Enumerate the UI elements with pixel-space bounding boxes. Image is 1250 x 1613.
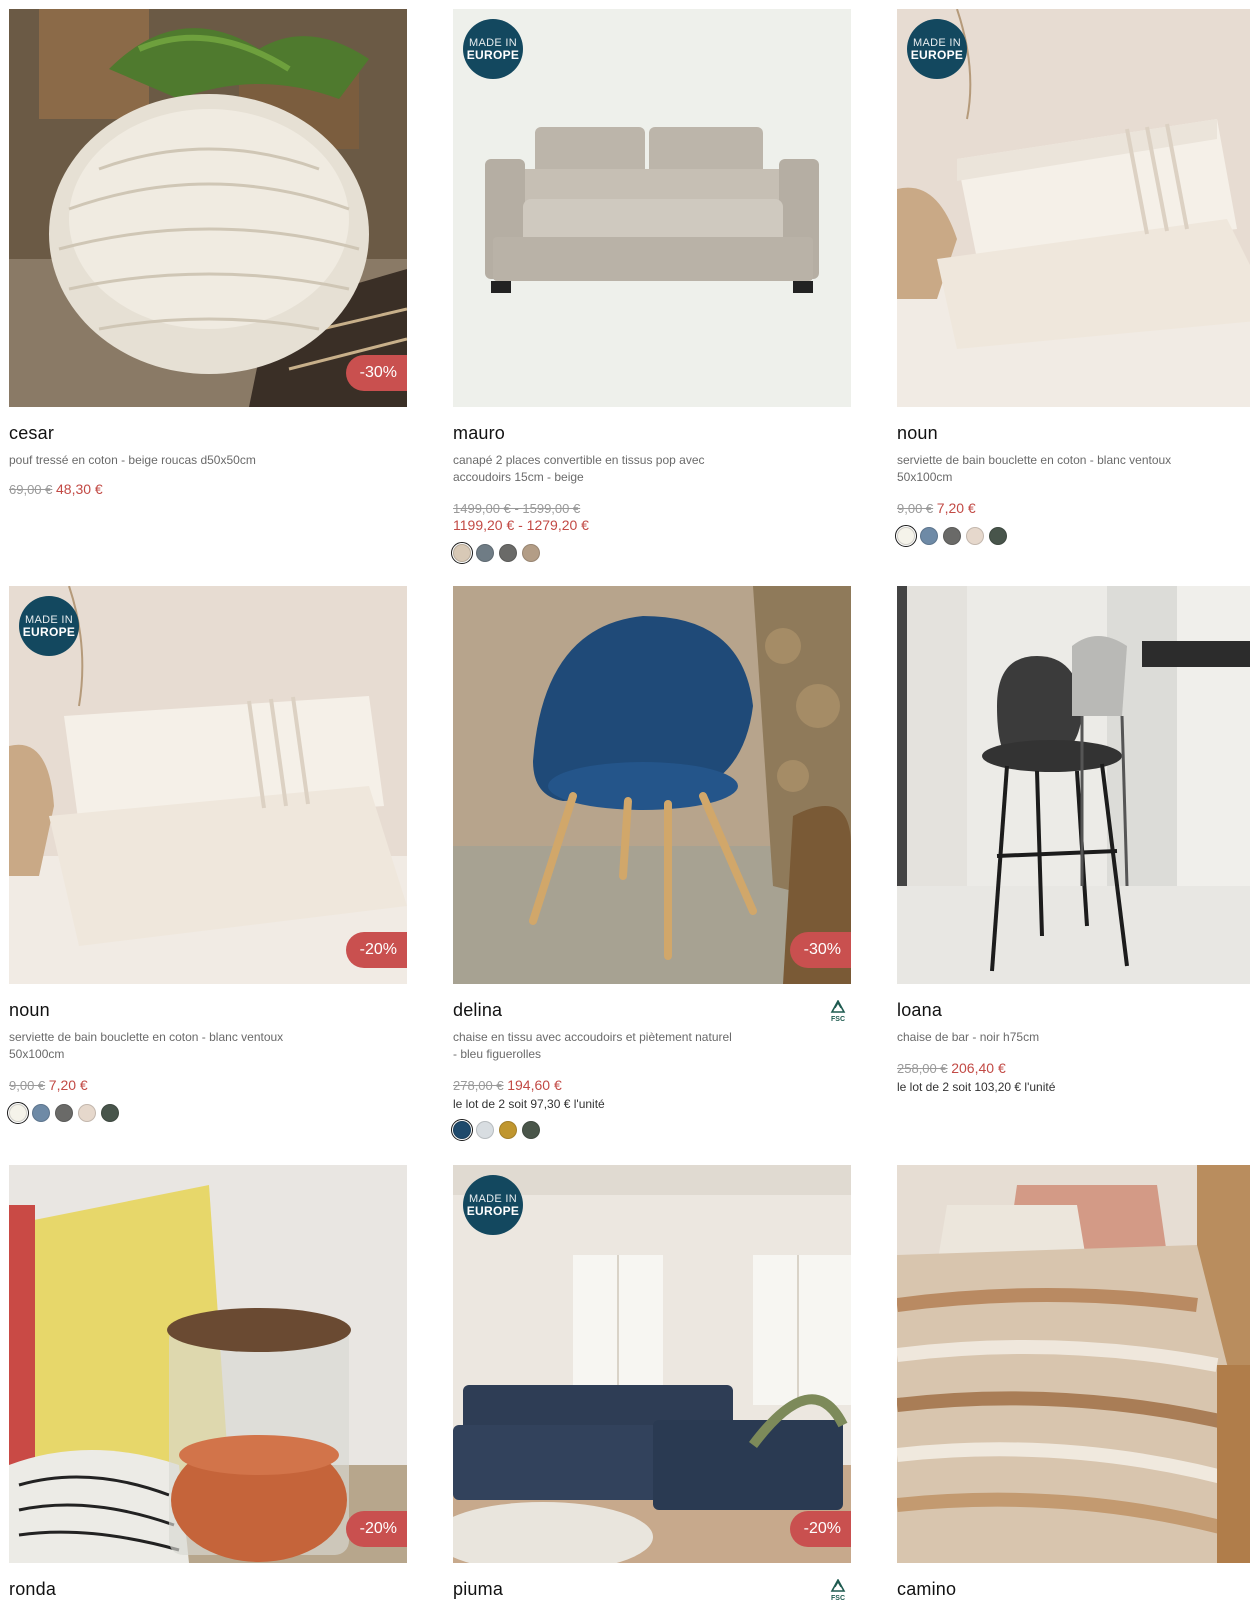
product-description: pouf tressé en coton - beige roucas d50x… bbox=[9, 453, 256, 467]
fsc-icon: FSC bbox=[827, 1579, 849, 1603]
color-swatch[interactable] bbox=[895, 525, 917, 547]
color-swatch[interactable] bbox=[989, 527, 1007, 545]
color-swatch[interactable] bbox=[476, 544, 494, 562]
made-in-europe-badge: MADE IN EUROPE bbox=[907, 19, 967, 79]
product-description: canapé 2 places convertible en tissus po… bbox=[453, 453, 705, 484]
product-image[interactable]: -30% bbox=[9, 9, 407, 407]
discount-badge: -20% bbox=[345, 932, 407, 968]
sale-price: 194,60 € bbox=[507, 1077, 562, 1093]
sale-price: 206,40 € bbox=[951, 1060, 1006, 1076]
product-card[interactable]: -30% cesar pouf tressé en coton - beige … bbox=[9, 9, 407, 498]
product-card[interactable]: MADE IN EUROPE mauro canapé 2 places con… bbox=[451, 9, 851, 564]
sale-price: 7,20 € bbox=[48, 1077, 88, 1093]
product-name[interactable]: piuma bbox=[453, 1579, 851, 1600]
color-swatch[interactable] bbox=[943, 527, 961, 545]
price-block: 1499,00 € - 1599,00 € 1199,20 € - 1279,2… bbox=[453, 500, 851, 534]
product-image[interactable]: MADE IN EUROPE -20% bbox=[453, 1165, 851, 1563]
made-in-europe-badge: MADE IN EUROPE bbox=[19, 596, 79, 656]
product-name[interactable]: noun bbox=[9, 1000, 407, 1021]
made-in-europe-badge: MADE IN EUROPE bbox=[463, 19, 523, 79]
color-swatch[interactable] bbox=[7, 1102, 29, 1124]
color-swatch[interactable] bbox=[101, 1104, 119, 1122]
product-image[interactable]: MADE IN EUROPE -20% bbox=[9, 586, 407, 984]
color-swatches bbox=[895, 525, 1250, 547]
made-in-europe-badge: MADE IN EUROPE bbox=[463, 1175, 523, 1235]
product-card[interactable]: -20% ronda bbox=[9, 1165, 407, 1600]
price-block: 278,00 € 194,60 € bbox=[453, 1077, 851, 1094]
discount-badge: -30% bbox=[789, 932, 851, 968]
product-name[interactable]: camino bbox=[897, 1579, 1250, 1600]
product-image[interactable]: MADE IN EUROPE bbox=[453, 9, 851, 407]
color-swatches bbox=[451, 1119, 851, 1141]
product-name[interactable]: loana bbox=[897, 1000, 1250, 1021]
product-name[interactable]: ronda bbox=[9, 1579, 407, 1600]
product-description: serviette de bain bouclette en coton - b… bbox=[9, 1030, 284, 1061]
color-swatch[interactable] bbox=[476, 1121, 494, 1139]
product-description: chaise en tissu avec accoudoirs et piète… bbox=[453, 1030, 732, 1061]
discount-badge: -20% bbox=[789, 1511, 851, 1547]
fsc-icon: FSC bbox=[827, 1000, 849, 1024]
pouf-photo bbox=[9, 9, 407, 407]
product-description: chaise de bar - noir h75cm bbox=[897, 1030, 1040, 1044]
product-card[interactable]: loana chaise de bar - noir h75cm 258,00 … bbox=[897, 586, 1250, 1094]
product-card[interactable]: MADE IN EUROPE noun serviette de bain bo… bbox=[895, 9, 1250, 547]
product-image[interactable] bbox=[897, 1165, 1250, 1563]
sale-price: 48,30 € bbox=[56, 481, 103, 497]
old-price: 69,00 € bbox=[9, 482, 53, 497]
product-name[interactable]: cesar bbox=[9, 423, 407, 444]
discount-badge: -20% bbox=[345, 1511, 407, 1547]
product-card[interactable]: MADE IN EUROPE -20% noun serviette de ba… bbox=[7, 586, 407, 1124]
product-card[interactable]: MADE IN EUROPE -20% FSC piuma bbox=[453, 1165, 851, 1603]
sale-price: 7,20 € bbox=[936, 500, 976, 516]
bar-stool-photo bbox=[897, 586, 1250, 984]
sale-price: 1199,20 € - 1279,20 € bbox=[453, 517, 589, 533]
old-price: 9,00 € bbox=[897, 501, 934, 516]
color-swatch[interactable] bbox=[78, 1104, 96, 1122]
old-price: 9,00 € bbox=[9, 1078, 46, 1093]
product-name[interactable]: mauro bbox=[453, 423, 851, 444]
color-swatch[interactable] bbox=[966, 527, 984, 545]
chair-photo bbox=[453, 586, 851, 984]
old-price: 258,00 € bbox=[897, 1061, 948, 1076]
color-swatch[interactable] bbox=[499, 544, 517, 562]
color-swatch[interactable] bbox=[451, 542, 473, 564]
old-price: 1499,00 € - 1599,00 € bbox=[453, 501, 581, 516]
color-swatch[interactable] bbox=[522, 1121, 540, 1139]
color-swatch[interactable] bbox=[32, 1104, 50, 1122]
product-image[interactable]: MADE IN EUROPE bbox=[897, 9, 1250, 407]
product-card[interactable]: camino bbox=[897, 1165, 1250, 1600]
product-card[interactable]: -30% FSC delina chaise en tissu avec acc… bbox=[451, 586, 851, 1141]
color-swatch[interactable] bbox=[499, 1121, 517, 1139]
product-description: serviette de bain bouclette en coton - b… bbox=[897, 453, 1172, 484]
color-swatches bbox=[7, 1102, 407, 1124]
lot-info: le lot de 2 soit 103,20 € l'unité bbox=[897, 1080, 1056, 1094]
color-swatch[interactable] bbox=[451, 1119, 473, 1141]
price-block: 258,00 € 206,40 € bbox=[897, 1060, 1250, 1077]
jar-photo bbox=[9, 1165, 407, 1563]
color-swatch[interactable] bbox=[920, 527, 938, 545]
product-image[interactable] bbox=[897, 586, 1250, 984]
product-image[interactable]: -30% bbox=[453, 586, 851, 984]
color-swatch[interactable] bbox=[55, 1104, 73, 1122]
bedspread-photo bbox=[897, 1165, 1250, 1563]
lot-info: le lot de 2 soit 97,30 € l'unité bbox=[453, 1097, 605, 1111]
color-swatch[interactable] bbox=[522, 544, 540, 562]
product-image[interactable]: -20% bbox=[9, 1165, 407, 1563]
price-block: 9,00 € 7,20 € bbox=[897, 500, 1250, 517]
product-name[interactable]: noun bbox=[897, 423, 1250, 444]
price-block: 69,00 € 48,30 € bbox=[9, 481, 407, 498]
color-swatches bbox=[451, 542, 851, 564]
discount-badge: -30% bbox=[345, 355, 407, 391]
old-price: 278,00 € bbox=[453, 1078, 504, 1093]
product-name[interactable]: delina bbox=[453, 1000, 851, 1021]
price-block: 9,00 € 7,20 € bbox=[9, 1077, 407, 1094]
